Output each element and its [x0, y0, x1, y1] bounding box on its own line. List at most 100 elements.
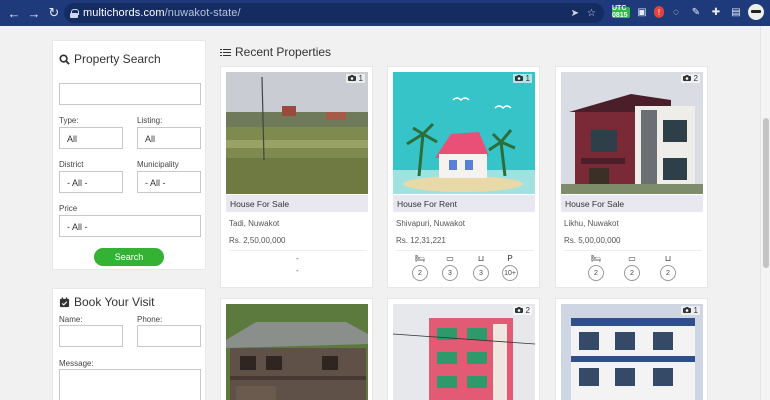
- living-amenity: ▭ 2: [624, 253, 640, 281]
- amenity-placeholder: -: [296, 266, 299, 275]
- type-select[interactable]: All: [59, 127, 123, 149]
- property-card[interactable]: 1 House For Rent Shivapuri, Nuwakot Rs. …: [387, 66, 540, 288]
- message-textarea[interactable]: [59, 369, 201, 400]
- district-select[interactable]: - All -: [59, 171, 123, 193]
- photo-count: 2: [681, 74, 700, 83]
- address-bar[interactable]: multichords.com/nuwakot-state/ ➤ ☆: [64, 3, 604, 23]
- property-photo[interactable]: 2: [393, 304, 535, 400]
- page-content: Property Search Type: All Listing: All D…: [0, 26, 770, 400]
- property-title[interactable]: House For Sale: [561, 195, 703, 212]
- listing-label: Listing:: [137, 116, 163, 125]
- bath-icon: ⊔: [664, 253, 672, 263]
- property-price: Rs. 12,31,221: [396, 236, 446, 245]
- keyword-input[interactable]: [59, 83, 201, 105]
- lock-icon: [70, 8, 79, 18]
- card-divider: [396, 250, 534, 251]
- property-search-title-text: Property Search: [74, 52, 161, 66]
- sofa-icon: ▭: [628, 253, 636, 263]
- book-visit-title-text: Book Your Visit: [74, 295, 155, 309]
- sofa-icon: ▭: [446, 253, 454, 263]
- municipality-select[interactable]: - All -: [137, 171, 201, 193]
- price-select[interactable]: - All -: [59, 215, 201, 237]
- search-icon: [59, 53, 70, 65]
- photo-count-text: 1: [525, 74, 530, 83]
- property-search-panel: Property Search Type: All Listing: All D…: [52, 40, 206, 270]
- list-icon: [220, 48, 231, 57]
- property-photo[interactable]: 1: [561, 304, 703, 400]
- property-photo[interactable]: 2: [561, 72, 703, 194]
- district-label: District: [59, 160, 84, 169]
- message-label: Message:: [59, 359, 94, 368]
- bath-icon: ⊔: [477, 253, 485, 263]
- camera-icon: [348, 75, 357, 81]
- edit-icon[interactable]: ✎: [688, 4, 704, 20]
- property-title[interactable]: House For Rent: [393, 195, 535, 212]
- amenities-row: 🛏 2 ▭ 2 ⊔ 2: [556, 253, 708, 285]
- photo-count: 2: [513, 306, 532, 315]
- property-photo[interactable]: 1: [393, 72, 535, 194]
- recent-properties-title: Recent Properties: [220, 45, 331, 59]
- parking-icon: P: [507, 253, 513, 263]
- living-amenity: ▭ 3: [442, 253, 458, 281]
- name-input[interactable]: [59, 325, 123, 347]
- camera-icon: [515, 307, 524, 313]
- forward-arrow-icon[interactable]: →: [25, 4, 43, 22]
- reload-icon[interactable]: ↻: [45, 4, 63, 22]
- bathroom-count: 3: [473, 265, 489, 281]
- property-card[interactable]: [220, 298, 373, 400]
- camera-icon: [683, 307, 692, 313]
- send-icon[interactable]: ➤: [571, 8, 579, 19]
- parking-amenity: P 10+: [502, 253, 518, 281]
- property-card[interactable]: 2 House For Sale Likhu, Nuwakot Rs. 5,00…: [555, 66, 708, 288]
- page-scrollbar[interactable]: [760, 26, 770, 400]
- property-title[interactable]: House For Sale: [226, 195, 368, 212]
- amenities-row: 🛏 2 ▭ 3 ⊔ 3 P 10+: [388, 253, 540, 285]
- property-photo[interactable]: [226, 304, 368, 400]
- living-count: 3: [442, 265, 458, 281]
- bedroom-amenity: 🛏 2: [588, 253, 604, 281]
- photo-count-text: 1: [693, 306, 698, 315]
- property-location: Tadi, Nuwakot: [229, 219, 280, 228]
- property-card[interactable]: 1: [555, 298, 708, 400]
- photo-count-text: 1: [358, 74, 363, 83]
- property-card[interactable]: 2: [387, 298, 540, 400]
- property-card[interactable]: 1 House For Sale Tadi, Nuwakot Rs. 2,50,…: [220, 66, 373, 288]
- phone-label: Phone:: [137, 315, 163, 324]
- search-button[interactable]: Search: [94, 248, 164, 266]
- back-arrow-icon[interactable]: ←: [5, 4, 23, 22]
- card-divider: [229, 250, 367, 251]
- bedroom-count: 2: [412, 265, 428, 281]
- url-path: /nuwakot-state/: [164, 7, 241, 19]
- extension-icon[interactable]: ▣: [634, 4, 650, 20]
- clock-extension-icon[interactable]: UTC 0815: [612, 5, 630, 19]
- book-visit-title: Book Your Visit: [59, 295, 155, 309]
- bedroom-amenity: 🛏 2: [412, 253, 428, 281]
- sidebar-toggle-icon[interactable]: ▤: [728, 4, 744, 20]
- bathroom-count: 2: [660, 265, 676, 281]
- bathroom-amenity: ⊔ 2: [660, 253, 676, 281]
- price-label: Price: [59, 204, 78, 213]
- photo-count: 1: [513, 74, 532, 83]
- camera-icon: [515, 75, 524, 81]
- profile-avatar[interactable]: [748, 4, 764, 20]
- clock-extension-badge: UTC 0815: [612, 5, 628, 19]
- calendar-check-icon: [59, 296, 70, 307]
- property-location: Shivapuri, Nuwakot: [396, 219, 465, 228]
- property-location: Likhu, Nuwakot: [564, 219, 619, 228]
- adblock-icon[interactable]: !: [654, 6, 664, 18]
- photo-count: 1: [681, 306, 700, 315]
- book-visit-panel: Book Your Visit Name: Phone: Message:: [52, 288, 206, 400]
- bathroom-amenity: ⊔ 3: [473, 253, 489, 281]
- property-price: Rs. 5,00,00,000: [564, 236, 621, 245]
- property-photo[interactable]: 1: [226, 72, 368, 194]
- photo-count-text: 2: [525, 306, 530, 315]
- living-count: 2: [624, 265, 640, 281]
- bed-icon: 🛏: [590, 253, 602, 263]
- listing-select[interactable]: All: [137, 127, 201, 149]
- puzzle-icon[interactable]: ✚: [708, 4, 724, 20]
- scrollbar-thumb[interactable]: [763, 118, 769, 268]
- bookmark-star-icon[interactable]: ☆: [587, 8, 596, 19]
- eye-dropper-icon[interactable]: ◌: [668, 4, 684, 20]
- phone-input[interactable]: [137, 325, 201, 347]
- camera-icon: [683, 75, 692, 81]
